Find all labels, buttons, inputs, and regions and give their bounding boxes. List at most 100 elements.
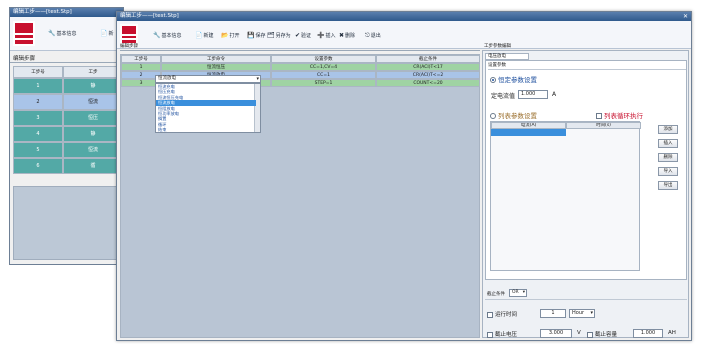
toolbar-button-save[interactable]: 💾保存 [247,32,266,39]
toolbar-button-exit[interactable]: ⎋退出 [365,32,381,40]
column-header: 工步号 [121,55,161,63]
chevron-down-icon[interactable]: ▾ [590,310,593,317]
toolbar-button-insert[interactable]: ➕插入 [317,32,336,39]
cutoff-capacity-unit: AH [668,330,676,336]
param-tab-label: 电压放电 [488,54,506,59]
check-icon: ✔ [295,32,301,39]
table-cell[interactable]: 4 [13,126,63,142]
table-cell[interactable]: CR(ACI)T<17 [376,63,480,71]
table-cell[interactable]: STEP=1 [271,79,376,87]
list-button[interactable]: 添加 [658,125,678,134]
param-panel: 电压放电 设置参数 恒定参数设置 定电流值 1.000 A 列表参数设置 列表循… [482,50,689,338]
table-cell[interactable]: 5 [13,142,63,158]
cutoff-capacity-label: 截止容量 [595,332,618,338]
editor-titlebar[interactable]: 编辑工步——[test.Stp] ✕ [117,12,691,21]
toolbar-new-button[interactable]: 📄新 [100,30,114,37]
table-cell[interactable]: CC=1,CV=4 [271,63,376,71]
toolbar-button-folder-open[interactable]: 📂打开 [221,32,240,39]
column-header: 工步 [63,66,123,78]
table-cell[interactable]: 循 [63,158,123,174]
run-time-checkbox[interactable]: 运行时间 [487,310,517,318]
table-cell[interactable]: 恒流恒压 [161,63,271,71]
checkbox-icon [487,331,493,338]
column-header: 工步号 [13,66,63,78]
list-button[interactable]: 删除 [658,153,678,162]
run-time-label: 运行时间 [495,312,518,318]
dropdown-option[interactable]: 结束 [156,127,256,132]
toolbar-button-delete[interactable]: ✖删除 [339,32,355,39]
toolbar-button-check[interactable]: ✔验证 [295,32,311,39]
run-time-value: 1 [551,310,555,316]
param-subtitle: 设置参数 [488,63,506,68]
column-header: 时间(s) [566,122,641,129]
editor-section-title: 编辑步骤 [120,44,138,49]
list-selected-row[interactable] [491,129,566,136]
toolbar-button-wrench[interactable]: 🔧基本信息 [153,32,182,39]
list-loop-checkbox[interactable]: 列表循环执行 [596,110,643,120]
new-file-icon: 📄 [195,32,203,39]
cutoff-voltage-checkbox[interactable]: 截止电压 [487,330,517,338]
step-command-dropdown[interactable]: 恒流放电 ▾ [155,75,261,83]
table-cell[interactable]: 静 [63,126,123,142]
table-cell[interactable]: 1 [13,78,63,94]
fixed-value-input[interactable]: 1.000 [518,90,548,99]
folder-open-icon: 📂 [221,32,229,39]
list-button[interactable]: 插入 [658,139,678,148]
toolbar-label: 基本信息 [161,33,182,39]
list-button[interactable]: 导入 [658,167,678,176]
param-tab[interactable]: 电压放电 [485,53,529,60]
table-cell[interactable]: 静 [63,78,123,94]
cutoff-logic-select[interactable]: OR ▾ [509,289,527,297]
cutoff-capacity-value: 1.000 [640,330,656,336]
back-window-titlebar[interactable]: 编辑工步——[test.Stp] [10,8,123,17]
cutoff-label: 截止条件 [487,292,505,297]
list-table: 电流(A) 时间(s) [490,121,641,271]
toolbar-label: 删除 [345,33,356,39]
toolbar-label: 基本信息 [56,31,77,37]
close-icon[interactable]: ✕ [683,12,688,21]
back-window-title-file: [test.Stp] [46,9,72,15]
chevron-down-icon[interactable]: ▾ [523,290,525,296]
exit-icon: ⎋ [365,32,370,39]
param-group: 设置参数 恒定参数设置 定电流值 1.000 A 列表参数设置 列表循环执行 电… [485,60,687,280]
back-toolbar: 🔧基本信息 📄新 [10,17,123,51]
wrench-icon: 🔧 [153,32,161,39]
table-cell[interactable]: COUNT<=20 [376,79,480,87]
table-cell[interactable]: 恒流 [63,142,123,158]
cutoff-capacity-checkbox[interactable]: 截止容量 [587,330,617,338]
table-cell[interactable]: 2 [13,94,63,110]
run-time-input[interactable]: 1 [540,309,566,318]
table-cell[interactable]: 3 [13,110,63,126]
table-cell[interactable]: 1 [121,63,161,71]
column-header: 设置参数 [271,55,376,63]
cutoff-voltage-input[interactable]: 3.000 [540,329,572,338]
cutoff-capacity-input[interactable]: 1.000 [633,329,663,338]
param-panel-title: 工步参数编辑 [484,44,511,49]
fixed-mode-radio[interactable]: 恒定参数设置 [490,74,537,84]
back-window: 编辑工步——[test.Stp] 🔧基本信息 📄新 编辑步骤 工步号 工步 1静… [9,7,124,265]
list-loop-label: 列表循环执行 [604,112,643,120]
run-time-unit-select[interactable]: Hour ▾ [569,309,595,318]
radio-empty-icon [490,113,496,119]
toolbar-label: 保存 [255,33,266,39]
toolbar-label: 验证 [301,33,312,39]
insert-icon: ➕ [317,32,325,39]
table-cell[interactable]: 恒流 [63,94,123,110]
cutoff-logic-value: OR [512,290,519,295]
toolbar-button-save-as[interactable]: 🗂另存为 [267,32,291,39]
table-cell[interactable]: CR(ACI)T<=2 [376,71,480,79]
list-button[interactable]: 导出 [658,181,678,190]
delete-icon: ✖ [339,32,345,39]
chevron-down-icon[interactable]: ▾ [256,76,259,82]
toolbar-basic-info-button[interactable]: 🔧基本信息 [48,30,77,37]
checkbox-icon [587,331,593,338]
list-mode-radio[interactable]: 列表参数设置 [490,110,537,120]
toolbar-button-new-file[interactable]: 📄新建 [195,32,214,39]
table-cell[interactable]: CC=1 [271,71,376,79]
table-cell[interactable]: 恒压 [63,110,123,126]
table-cell[interactable]: 6 [13,158,63,174]
dropdown-value: 恒流放电 [158,76,176,81]
company-logo [120,24,138,45]
fixed-mode-label: 恒定参数设置 [498,76,537,84]
fixed-value-unit: A [552,91,557,98]
